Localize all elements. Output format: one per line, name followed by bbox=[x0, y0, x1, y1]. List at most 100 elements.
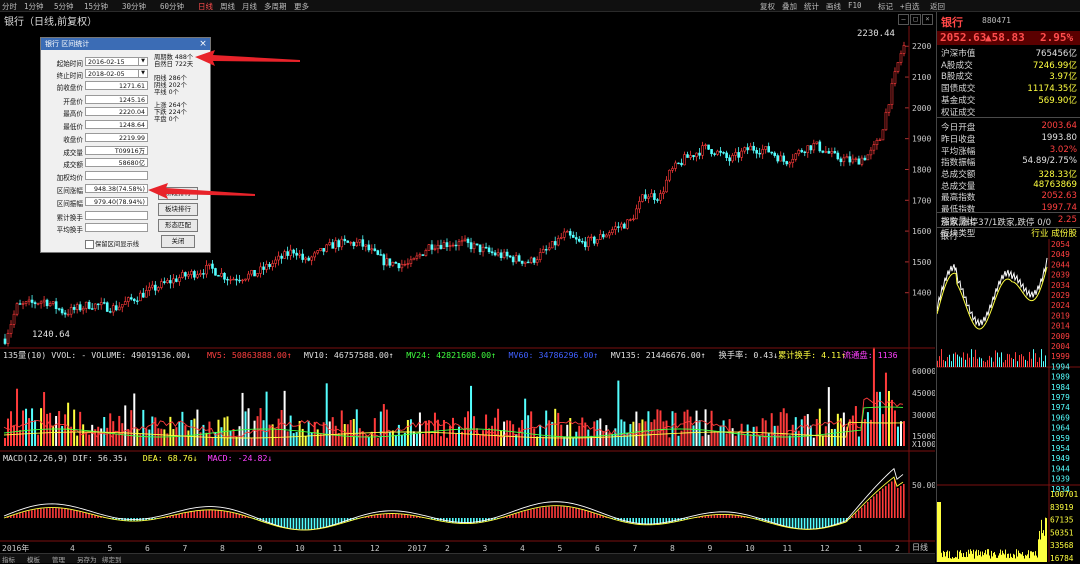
macd-bar bbox=[205, 510, 207, 518]
mini-bar bbox=[1003, 362, 1004, 367]
index-name: 银行 bbox=[941, 14, 963, 30]
volume-bar bbox=[410, 419, 412, 446]
mini-bar bbox=[953, 354, 954, 367]
x-axis-label: 11 bbox=[783, 544, 793, 553]
quote-value: 1993.80 bbox=[1041, 133, 1077, 143]
volume-bar bbox=[557, 413, 559, 446]
mini-vol-bar bbox=[1038, 539, 1039, 562]
x-axis-label: 9 bbox=[708, 544, 713, 553]
volume-bar bbox=[659, 410, 661, 446]
mini-vol-bar bbox=[937, 502, 938, 562]
pct-change: 2.95% bbox=[1040, 31, 1073, 44]
macd-bar bbox=[551, 506, 553, 518]
macd-bar bbox=[897, 488, 899, 518]
volume-bar bbox=[665, 421, 667, 446]
candle-body bbox=[49, 303, 51, 305]
mini-price-label: 2004 bbox=[1051, 342, 1070, 351]
mini-vol-bar bbox=[956, 557, 957, 562]
candle-body bbox=[115, 306, 117, 310]
mini-vol-bar bbox=[948, 558, 949, 562]
volume-bar bbox=[735, 436, 737, 446]
volume-bar bbox=[287, 431, 289, 446]
macd-bar bbox=[864, 505, 866, 518]
indicator-tab[interactable]: 绑定到 bbox=[102, 554, 122, 564]
volume-bar bbox=[771, 413, 773, 446]
macd-bar bbox=[398, 514, 400, 518]
volume-bar bbox=[431, 434, 433, 446]
x-axis-label: 12 bbox=[820, 544, 830, 553]
macd-bar bbox=[67, 509, 69, 518]
mini-vol-bar bbox=[965, 557, 966, 562]
candle-body bbox=[67, 314, 69, 315]
candle-body bbox=[124, 302, 126, 305]
mini-vol-bar bbox=[1017, 557, 1018, 562]
macd-bar bbox=[879, 491, 881, 518]
volume-bar bbox=[383, 404, 385, 446]
intraday-mini-chart[interactable]: 银行 2054204920442039203420292024201920142… bbox=[937, 227, 1080, 562]
quote-value: 11174.35亿 bbox=[1027, 82, 1077, 94]
arrow-1 bbox=[195, 50, 300, 66]
mini-vol-bar bbox=[1035, 551, 1036, 562]
mini-vol-bar bbox=[952, 557, 953, 562]
macd-bar bbox=[284, 518, 286, 527]
mini-bar bbox=[963, 352, 964, 367]
mini-vol-bar bbox=[1046, 518, 1047, 562]
macd-bar bbox=[539, 508, 541, 518]
candle-body bbox=[118, 307, 120, 310]
mini-bar bbox=[1037, 362, 1038, 367]
volume-bar bbox=[416, 434, 418, 446]
macd-bar bbox=[281, 518, 283, 527]
volume-bar bbox=[578, 426, 580, 446]
mini-vol-bar bbox=[980, 551, 981, 562]
macd-bar bbox=[593, 513, 595, 518]
macd-bar bbox=[807, 518, 809, 529]
macd-bar bbox=[320, 518, 322, 528]
indicator-tab[interactable]: 指标 bbox=[2, 554, 15, 564]
macd-bar bbox=[714, 515, 716, 518]
volume-bar bbox=[714, 431, 716, 446]
macd-bar bbox=[587, 511, 589, 518]
volume-bar bbox=[25, 409, 27, 446]
macd-bar bbox=[73, 510, 75, 518]
volume-bar bbox=[491, 426, 493, 446]
volume-bar bbox=[31, 408, 33, 446]
mini-vol-bar bbox=[959, 552, 960, 562]
mini-price-line bbox=[937, 258, 1047, 326]
indicator-tab[interactable]: 模板 bbox=[27, 554, 40, 564]
mini-bar bbox=[1009, 354, 1010, 367]
mini-vol-bar bbox=[967, 557, 968, 562]
volume-bar bbox=[124, 405, 126, 446]
indicator-tab[interactable]: 管理 bbox=[52, 554, 65, 564]
volume-bar bbox=[181, 412, 183, 446]
macd-bar bbox=[822, 518, 824, 528]
quote-label: 基金成交 bbox=[941, 94, 975, 106]
macd-bar bbox=[723, 515, 725, 518]
candle-body bbox=[19, 304, 21, 305]
macd-bar bbox=[55, 508, 57, 518]
macd-bar bbox=[801, 518, 803, 529]
mini-vol-bar bbox=[972, 554, 973, 562]
candle-body bbox=[43, 300, 45, 302]
candle-body bbox=[112, 306, 114, 312]
volume-bar bbox=[768, 433, 770, 446]
volume-bar bbox=[834, 429, 836, 446]
volume-bar bbox=[230, 431, 232, 446]
mini-vol-bar bbox=[1034, 556, 1035, 562]
volume-bar bbox=[843, 413, 845, 446]
macd-bar bbox=[25, 512, 27, 518]
mini-vol-bar bbox=[1027, 554, 1028, 562]
volume-bar bbox=[446, 438, 448, 446]
x-axis-label: 4 bbox=[70, 544, 75, 553]
macd-bar bbox=[581, 510, 583, 518]
volume-bar bbox=[524, 399, 526, 446]
candle-body bbox=[103, 303, 105, 304]
mini-bar bbox=[945, 361, 946, 367]
x-axis-label: 5 bbox=[108, 544, 113, 553]
mini-vol-bar bbox=[994, 552, 995, 562]
indicator-tab[interactable]: 另存为 bbox=[77, 554, 97, 564]
macd-bar bbox=[43, 508, 45, 518]
volume-axis-label: 30000 bbox=[912, 411, 935, 420]
macd-bar bbox=[792, 518, 794, 527]
volume-bar bbox=[193, 419, 195, 446]
volume-bar bbox=[130, 410, 132, 446]
